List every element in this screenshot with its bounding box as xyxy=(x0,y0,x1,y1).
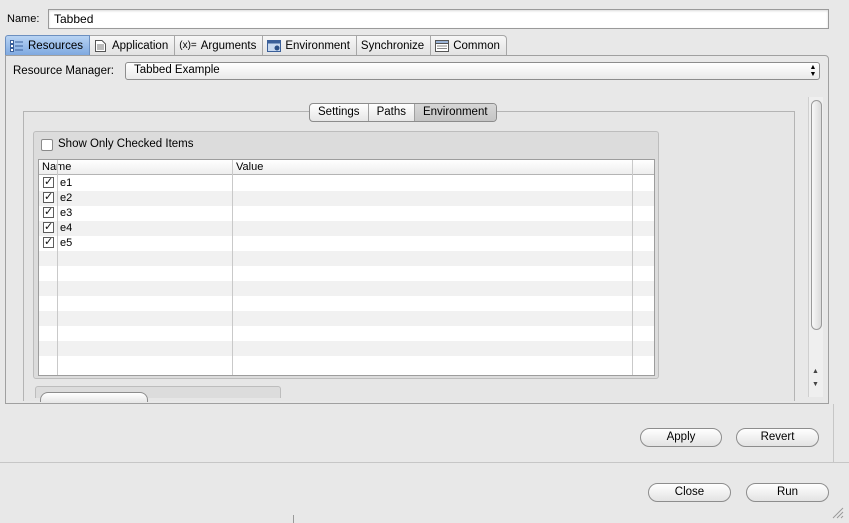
column-divider xyxy=(57,160,58,375)
empty-row xyxy=(39,266,654,281)
scroll-thumb[interactable] xyxy=(811,100,822,330)
name-label: Name: xyxy=(7,13,40,25)
tab-synchronize[interactable]: Synchronize xyxy=(356,35,432,55)
tab-label: Environment xyxy=(285,39,350,52)
row-checkbox[interactable]: ✓ xyxy=(43,222,54,233)
row-name: e1 xyxy=(60,177,73,189)
column-divider xyxy=(632,160,633,375)
select-arrows-icon: ▲ ▼ xyxy=(809,64,817,78)
empty-row xyxy=(39,341,654,356)
row-name: e3 xyxy=(60,207,73,219)
tab-environment[interactable]: Environment xyxy=(263,35,357,55)
apply-button[interactable]: Apply xyxy=(640,428,722,447)
resource-manager-select[interactable]: Tabbed Example xyxy=(125,62,820,80)
divider xyxy=(0,462,849,463)
resize-grip-icon[interactable] xyxy=(830,505,844,519)
table-row[interactable]: ✓ e4 xyxy=(39,221,654,236)
table-header: Name Value xyxy=(39,160,654,175)
scroll-down-icon[interactable]: ▼ xyxy=(812,381,819,388)
segment-environment[interactable]: Environment xyxy=(414,104,496,121)
column-divider xyxy=(232,160,233,375)
run-button[interactable]: Run xyxy=(746,483,829,502)
show-only-checked-label: Show Only Checked Items xyxy=(58,138,194,150)
row-name: e5 xyxy=(60,237,73,249)
row-name: e4 xyxy=(60,222,73,234)
table-row[interactable]: ✓ e1 xyxy=(39,176,654,191)
table-row[interactable]: ✓ e3 xyxy=(39,206,654,221)
empty-row xyxy=(39,296,654,311)
row-checkbox[interactable]: ✓ xyxy=(43,207,54,218)
tab-application[interactable]: Application xyxy=(89,35,176,55)
segmented-control: Settings Paths Environment xyxy=(309,103,497,122)
row-checkbox[interactable]: ✓ xyxy=(43,237,54,248)
resources-icon xyxy=(10,39,24,52)
common-icon xyxy=(435,39,450,52)
scroll-up-icon[interactable]: ▲ xyxy=(812,368,819,375)
revert-button[interactable]: Revert xyxy=(736,428,819,447)
segment-paths[interactable]: Paths xyxy=(369,104,415,121)
empty-row xyxy=(39,326,654,341)
tab-strip: Resources Application (x)= Arguments Env… xyxy=(5,35,507,55)
application-icon xyxy=(94,39,108,52)
vertical-scrollbar[interactable]: ▲ ▼ xyxy=(808,97,823,397)
empty-row xyxy=(39,356,654,371)
row-checkbox[interactable]: ✓ xyxy=(43,192,54,203)
table-row[interactable]: ✓ e2 xyxy=(39,191,654,206)
column-header-value[interactable]: Value xyxy=(236,161,263,173)
table-row[interactable]: ✓ e5 xyxy=(39,236,654,251)
arguments-icon: (x)= xyxy=(179,40,197,51)
tab-label: Application xyxy=(111,39,169,52)
resource-manager-label: Resource Manager: xyxy=(13,65,114,77)
defaults-button[interactable] xyxy=(40,392,148,402)
tab-common[interactable]: Common xyxy=(431,35,507,55)
tab-label: Common xyxy=(453,39,500,52)
tab-label: Arguments xyxy=(200,39,257,52)
tab-arguments[interactable]: (x)= Arguments xyxy=(175,35,264,55)
show-only-checked-checkbox[interactable] xyxy=(41,139,53,151)
name-field[interactable]: Tabbed xyxy=(48,9,829,29)
empty-row xyxy=(39,251,654,266)
environment-table: Name Value ✓ e1 ✓ e2 ✓ e3 ✓ e4 ✓ e5 xyxy=(38,159,655,376)
row-name: e2 xyxy=(60,192,73,204)
row-checkbox[interactable]: ✓ xyxy=(43,177,54,188)
empty-row xyxy=(39,311,654,326)
tab-resources[interactable]: Resources xyxy=(5,35,90,55)
environment-icon xyxy=(267,39,282,52)
tab-label: Resources xyxy=(28,39,83,52)
close-button[interactable]: Close xyxy=(648,483,731,502)
divider xyxy=(293,515,294,523)
empty-row xyxy=(39,281,654,296)
segment-settings[interactable]: Settings xyxy=(310,104,369,121)
tab-label: Synchronize xyxy=(360,39,425,52)
